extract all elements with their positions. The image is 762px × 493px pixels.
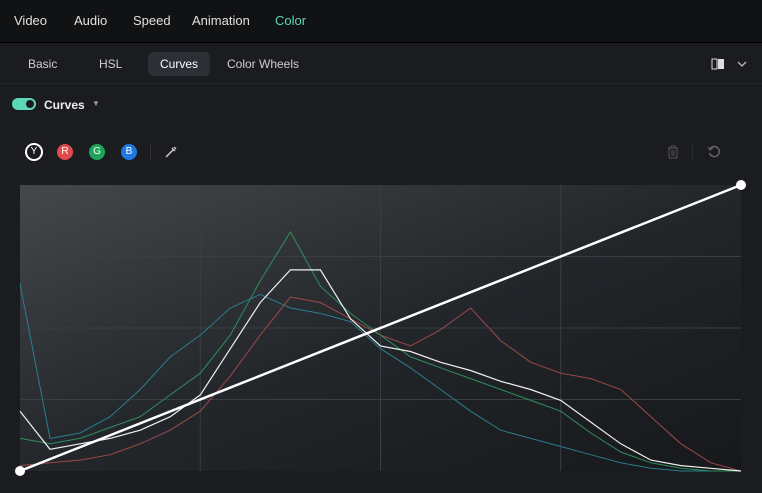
curves-graph[interactable] <box>0 0 762 493</box>
curve-control-point[interactable] <box>15 466 25 476</box>
curve-control-point[interactable] <box>736 180 746 190</box>
